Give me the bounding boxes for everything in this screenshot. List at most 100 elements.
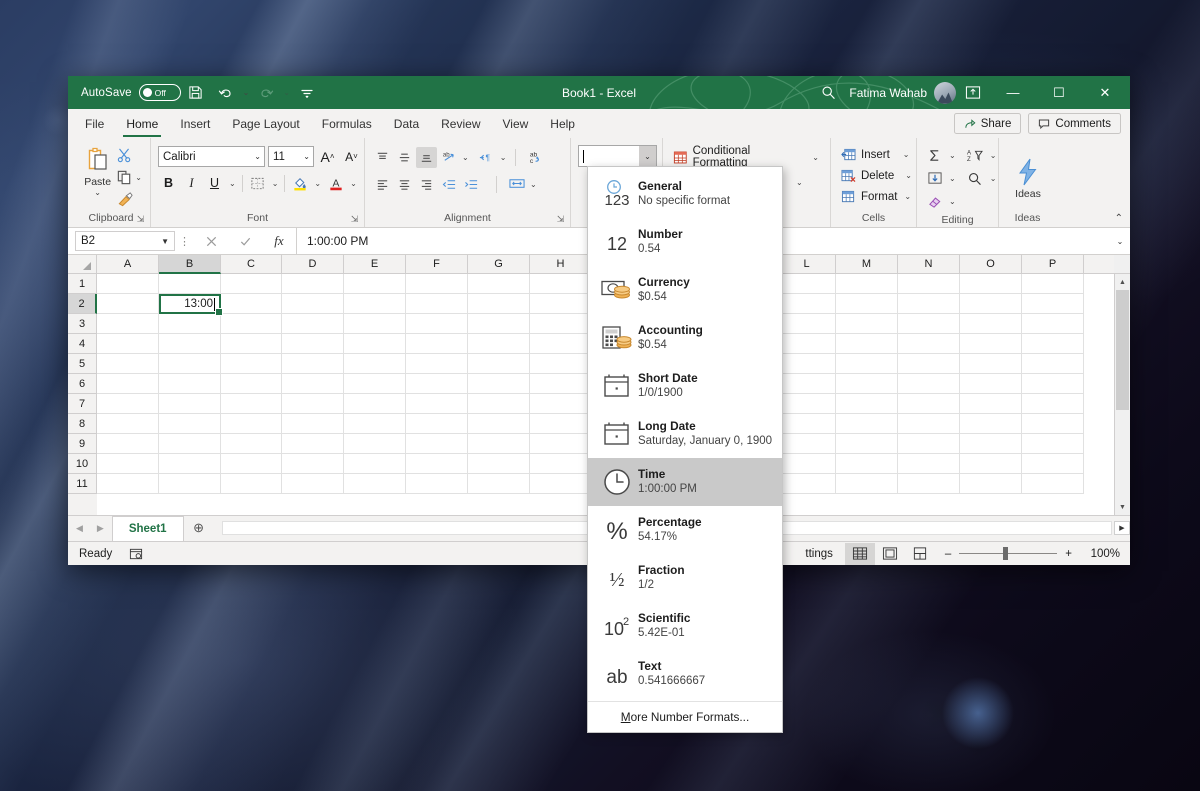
cell-m5[interactable]	[836, 354, 898, 374]
autosum-button[interactable]	[924, 145, 945, 166]
tab-help[interactable]: Help	[539, 109, 586, 138]
cell-h10[interactable]	[530, 454, 592, 474]
column-header-l[interactable]: L	[778, 255, 836, 274]
cell-d10[interactable]	[282, 454, 344, 474]
cell-b1[interactable]	[159, 274, 221, 294]
number-format-item-time[interactable]: Time1:00:00 PM	[588, 458, 782, 506]
cell-c10[interactable]	[221, 454, 282, 474]
cell-b10[interactable]	[159, 454, 221, 474]
cell-d8[interactable]	[282, 414, 344, 434]
number-format-item-scientific[interactable]: 102Scientific5.42E-01	[588, 602, 782, 650]
column-header-c[interactable]: C	[221, 255, 282, 274]
cell-h3[interactable]	[530, 314, 592, 334]
fill-button[interactable]	[924, 168, 945, 189]
cell-a11[interactable]	[97, 474, 159, 494]
cell-o3[interactable]	[960, 314, 1022, 334]
cell-c8[interactable]	[221, 414, 282, 434]
cell-g4[interactable]	[468, 334, 530, 354]
number-format-combobox[interactable]: ⌄	[578, 145, 657, 167]
insert-caret[interactable]: ⌄	[901, 150, 912, 159]
merge-dropdown-caret[interactable]: ⌄	[528, 180, 539, 189]
cell-g11[interactable]	[468, 474, 530, 494]
number-format-item-general[interactable]: 123GeneralNo specific format	[588, 170, 782, 218]
cell-l8[interactable]	[778, 414, 836, 434]
cell-m6[interactable]	[836, 374, 898, 394]
italic-button[interactable]: I	[181, 173, 202, 194]
zoom-level-label[interactable]: 100%	[1080, 548, 1120, 560]
cell-m1[interactable]	[836, 274, 898, 294]
zoom-out-button[interactable]: –	[945, 548, 951, 560]
cell-m3[interactable]	[836, 314, 898, 334]
cell-e3[interactable]	[344, 314, 406, 334]
cell-g8[interactable]	[468, 414, 530, 434]
maximize-button[interactable]: ☐	[1036, 76, 1082, 109]
name-box[interactable]: B2 ▼	[75, 231, 175, 251]
cell-a9[interactable]	[97, 434, 159, 454]
cell-n8[interactable]	[898, 414, 960, 434]
horizontal-scroll-right-button[interactable]: ▶	[1114, 521, 1130, 535]
cell-c3[interactable]	[221, 314, 282, 334]
search-icon[interactable]	[811, 76, 845, 109]
normal-view-icon[interactable]	[845, 543, 875, 565]
cell-g10[interactable]	[468, 454, 530, 474]
align-left-button[interactable]	[372, 174, 393, 195]
column-header-h[interactable]: H	[530, 255, 592, 274]
column-header-a[interactable]: A	[97, 255, 159, 274]
font-color-button[interactable]: A	[325, 173, 346, 194]
cell-a10[interactable]	[97, 454, 159, 474]
font-name-combobox[interactable]: Calibri ⌄	[158, 146, 265, 167]
cell-o10[interactable]	[960, 454, 1022, 474]
row-header-3[interactable]: 3	[68, 314, 97, 334]
cell-d1[interactable]	[282, 274, 344, 294]
cell-e4[interactable]	[344, 334, 406, 354]
zoom-in-button[interactable]: +	[1065, 548, 1072, 560]
column-header-f[interactable]: F	[406, 255, 468, 274]
bold-button[interactable]: B	[158, 173, 179, 194]
cell-n7[interactable]	[898, 394, 960, 414]
cell-b7[interactable]	[159, 394, 221, 414]
cell-o8[interactable]	[960, 414, 1022, 434]
tab-data[interactable]: Data	[383, 109, 430, 138]
cell-g9[interactable]	[468, 434, 530, 454]
cell-e2[interactable]	[344, 294, 406, 314]
close-button[interactable]: ✕	[1082, 76, 1128, 109]
cell-n6[interactable]	[898, 374, 960, 394]
enter-check-icon[interactable]	[228, 228, 262, 255]
cell-c4[interactable]	[221, 334, 282, 354]
previous-sheet-icon[interactable]: ◀	[76, 523, 83, 534]
display-settings-label[interactable]: ttings	[805, 548, 845, 560]
cell-d9[interactable]	[282, 434, 344, 454]
cell-c9[interactable]	[221, 434, 282, 454]
cell-f7[interactable]	[406, 394, 468, 414]
sheet-nav-buttons[interactable]: ◀ ▶	[68, 515, 112, 541]
tab-home[interactable]: Home	[115, 109, 169, 138]
cell-h7[interactable]	[530, 394, 592, 414]
cell-d2[interactable]	[282, 294, 344, 314]
cell-g3[interactable]	[468, 314, 530, 334]
tab-view[interactable]: View	[492, 109, 540, 138]
cancel-x-icon[interactable]	[194, 228, 228, 255]
merge-and-center-button[interactable]	[506, 174, 527, 195]
cell-f2[interactable]	[406, 294, 468, 314]
autosum-caret[interactable]: ⌄	[947, 151, 958, 160]
cell-e6[interactable]	[344, 374, 406, 394]
cell-d3[interactable]	[282, 314, 344, 334]
cell-a5[interactable]	[97, 354, 159, 374]
cell-g2[interactable]	[468, 294, 530, 314]
number-format-dropdown-caret[interactable]: ⌄	[639, 146, 656, 166]
cell-c5[interactable]	[221, 354, 282, 374]
save-icon[interactable]	[181, 76, 211, 109]
cell-l7[interactable]	[778, 394, 836, 414]
cell-p4[interactable]	[1022, 334, 1084, 354]
cell-h1[interactable]	[530, 274, 592, 294]
cell-a8[interactable]	[97, 414, 159, 434]
text-direction-button[interactable]: ¶	[476, 147, 497, 168]
cell-f6[interactable]	[406, 374, 468, 394]
decrease-indent-button[interactable]	[438, 174, 459, 195]
cell-a3[interactable]	[97, 314, 159, 334]
number-format-item-accounting[interactable]: Accounting$0.54	[588, 314, 782, 362]
align-right-button[interactable]	[416, 174, 437, 195]
cell-f11[interactable]	[406, 474, 468, 494]
column-header-e[interactable]: E	[344, 255, 406, 274]
cell-l2[interactable]	[778, 294, 836, 314]
